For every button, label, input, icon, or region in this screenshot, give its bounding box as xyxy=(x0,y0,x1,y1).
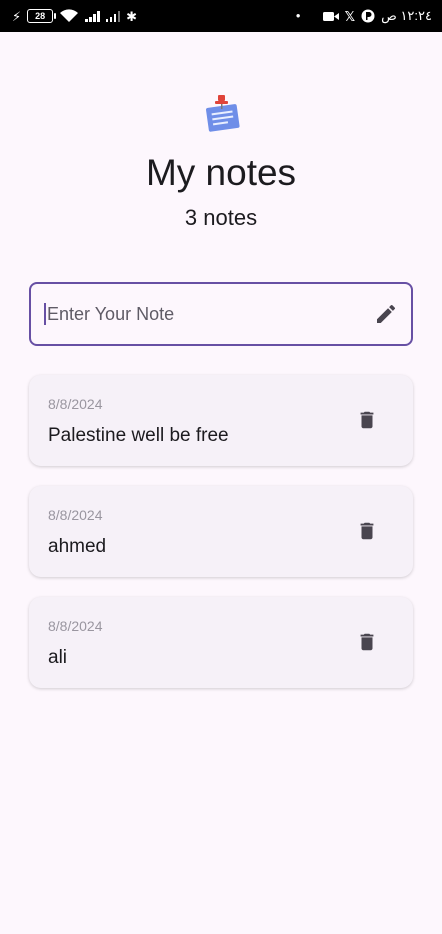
battery-level: 28 xyxy=(27,9,57,23)
video-camera-icon xyxy=(322,11,339,21)
signal-icon xyxy=(105,10,121,22)
battery-indicator: 28 xyxy=(27,9,57,23)
text-cursor xyxy=(44,303,46,325)
dot-icon: ● xyxy=(295,11,301,20)
trash-icon[interactable] xyxy=(354,407,380,433)
note-date: 8/8/2024 xyxy=(48,396,103,412)
note-input[interactable] xyxy=(47,303,373,325)
pencil-icon[interactable] xyxy=(373,301,399,327)
wifi-icon xyxy=(60,9,79,22)
note-card[interactable]: 8/8/2024 ahmed xyxy=(29,486,413,577)
bluetooth-icon: ✱ xyxy=(126,8,138,24)
trash-icon[interactable] xyxy=(354,518,380,544)
trash-icon[interactable] xyxy=(354,629,380,655)
status-bar-right: ● 𝕏 ١٢:٢٤ ص xyxy=(296,8,432,24)
note-text: ahmed xyxy=(48,536,107,557)
note-date: 8/8/2024 xyxy=(48,618,103,634)
status-bar: ⚡ 28 ✱ ● 𝕏 ١٢:٢٤ ص xyxy=(0,0,442,32)
note-card[interactable]: 8/8/2024 Palestine well be free xyxy=(29,375,413,466)
note-date: 8/8/2024 xyxy=(48,507,103,523)
status-bar-left: ⚡ 28 ✱ xyxy=(12,9,137,23)
note-text: Palestine well be free xyxy=(48,425,229,446)
x-icon: 𝕏 xyxy=(344,8,356,24)
note-text: ali xyxy=(48,647,68,668)
pinned-note-icon xyxy=(206,95,240,132)
clock: ١٢:٢٤ ص xyxy=(381,8,432,23)
note-input-field[interactable] xyxy=(29,282,413,346)
note-card[interactable]: 8/8/2024 ali xyxy=(29,597,413,688)
notes-count: 3 notes xyxy=(184,205,258,230)
page-title: My notes xyxy=(145,152,297,193)
signal-icon xyxy=(85,10,100,22)
app-notification-icon xyxy=(361,9,375,23)
charging-bolt-icon: ⚡ xyxy=(12,8,22,24)
